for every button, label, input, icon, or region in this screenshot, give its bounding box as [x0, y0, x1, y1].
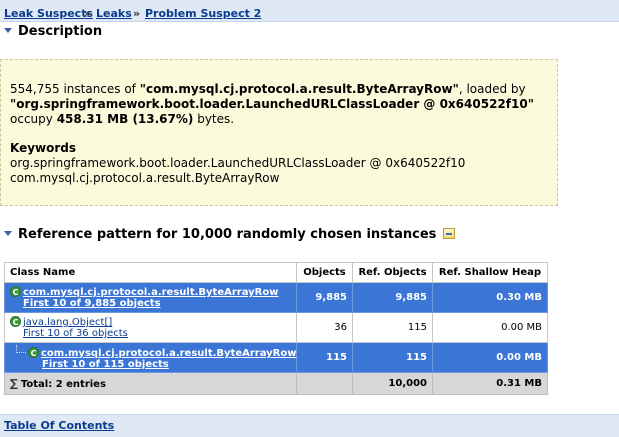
table-row[interactable]: Cjava.lang.Object[] First 10 of 36 objec…	[4, 312, 548, 343]
reference-section-toggle[interactable]: Reference pattern for 10,000 randomly ch…	[4, 227, 455, 242]
class-name-cell: Ccom.mysql.cj.protocol.a.result.ByteArra…	[4, 342, 297, 373]
breadcrumb: Leak Suspects » Leaks » Problem Suspect …	[0, 0, 619, 22]
description-line-2: "org.springframework.boot.loader.Launche…	[10, 97, 534, 111]
tree-connector	[16, 345, 26, 353]
ref-shallow-heap-cell: 0.30 MB	[432, 282, 548, 313]
breadcrumb-separator: »	[84, 7, 92, 20]
column-header-class-name[interactable]: Class Name	[4, 262, 297, 283]
description-section-toggle[interactable]: Description	[4, 24, 102, 39]
description-box: 554,755 instances of "com.mysql.cj.proto…	[0, 59, 558, 206]
first-objects-link[interactable]: First 10 of 9,885 objects	[10, 298, 291, 309]
column-header-ref-objects[interactable]: Ref. Objects	[352, 262, 433, 283]
table-row[interactable]: Ccom.mysql.cj.protocol.a.result.ByteArra…	[4, 342, 548, 373]
class-icon: C	[10, 316, 21, 327]
class-link[interactable]: com.mysql.cj.protocol.a.result.ByteArray…	[23, 287, 279, 298]
objects-cell: 36	[296, 312, 353, 343]
table-header-row: Class Name Objects Ref. Objects Ref. Sha…	[4, 262, 548, 283]
total-ref-shallow-heap-cell: 0.31 MB	[432, 372, 548, 395]
class-name-text: "com.mysql.cj.protocol.a.result.ByteArra…	[139, 82, 459, 96]
table-of-contents-link[interactable]: Table Of Contents	[4, 420, 114, 432]
total-label-cell: ∑ Total: 2 entries	[4, 372, 297, 395]
retained-size-text: 458.31 MB (13.67%)	[56, 112, 194, 126]
total-row: ∑ Total: 2 entries 10,000 0.31 MB	[4, 372, 548, 395]
collapse-triangle-icon	[4, 231, 12, 236]
description-heading: Description	[18, 24, 103, 39]
class-icon: C	[28, 347, 39, 358]
objects-cell: 9,885	[296, 282, 353, 313]
breadcrumb-leak-suspects-link[interactable]: Leak Suspects	[4, 8, 93, 20]
breadcrumb-separator: »	[133, 7, 141, 20]
table-row[interactable]: Ccom.mysql.cj.protocol.a.result.ByteArra…	[4, 282, 548, 313]
class-name-cell: Ccom.mysql.cj.protocol.a.result.ByteArra…	[4, 282, 297, 313]
ref-shallow-heap-cell: 0.00 MB	[432, 342, 548, 373]
class-icon: C	[10, 286, 21, 297]
ref-shallow-heap-cell: 0.00 MB	[432, 312, 548, 343]
classloader-text: "org.springframework.boot.loader.Launche…	[10, 97, 534, 111]
ref-objects-cell: 115	[352, 312, 433, 343]
objects-cell: 115	[296, 342, 353, 373]
ref-objects-cell: 9,885	[352, 282, 433, 313]
class-link[interactable]: com.mysql.cj.protocol.a.result.ByteArray…	[41, 348, 297, 359]
keyword-item: org.springframework.boot.loader.Launched…	[10, 156, 466, 170]
first-objects-link[interactable]: First 10 of 36 objects	[10, 328, 291, 339]
description-line-1: 554,755 instances of "com.mysql.cj.proto…	[10, 82, 526, 96]
description-line-3: occupy 458.31 MB (13.67%) bytes.	[10, 112, 235, 126]
class-link[interactable]: java.lang.Object[]	[23, 317, 112, 328]
sum-icon: ∑	[10, 377, 18, 390]
collapse-triangle-icon	[4, 28, 12, 33]
total-objects-cell	[296, 372, 353, 395]
footer-bar: Table Of Contents	[0, 414, 619, 437]
breadcrumb-problem-suspect-link[interactable]: Problem Suspect 2	[145, 8, 261, 20]
reference-heading: Reference pattern for 10,000 randomly ch…	[18, 227, 437, 242]
column-header-ref-shallow-heap[interactable]: Ref. Shallow Heap	[432, 262, 548, 283]
total-ref-objects-cell: 10,000	[352, 372, 433, 395]
keyword-item: com.mysql.cj.protocol.a.result.ByteArray…	[10, 171, 280, 185]
breadcrumb-leaks-link[interactable]: Leaks	[96, 8, 132, 20]
first-objects-link[interactable]: First 10 of 115 objects	[16, 359, 291, 370]
keywords-heading: Keywords	[10, 141, 77, 155]
ref-objects-cell: 115	[352, 342, 433, 373]
reference-table: Class Name Objects Ref. Objects Ref. Sha…	[4, 262, 548, 395]
column-header-objects[interactable]: Objects	[296, 262, 353, 283]
expand-details-icon[interactable]	[442, 228, 455, 239]
class-name-cell: Cjava.lang.Object[] First 10 of 36 objec…	[4, 312, 297, 343]
